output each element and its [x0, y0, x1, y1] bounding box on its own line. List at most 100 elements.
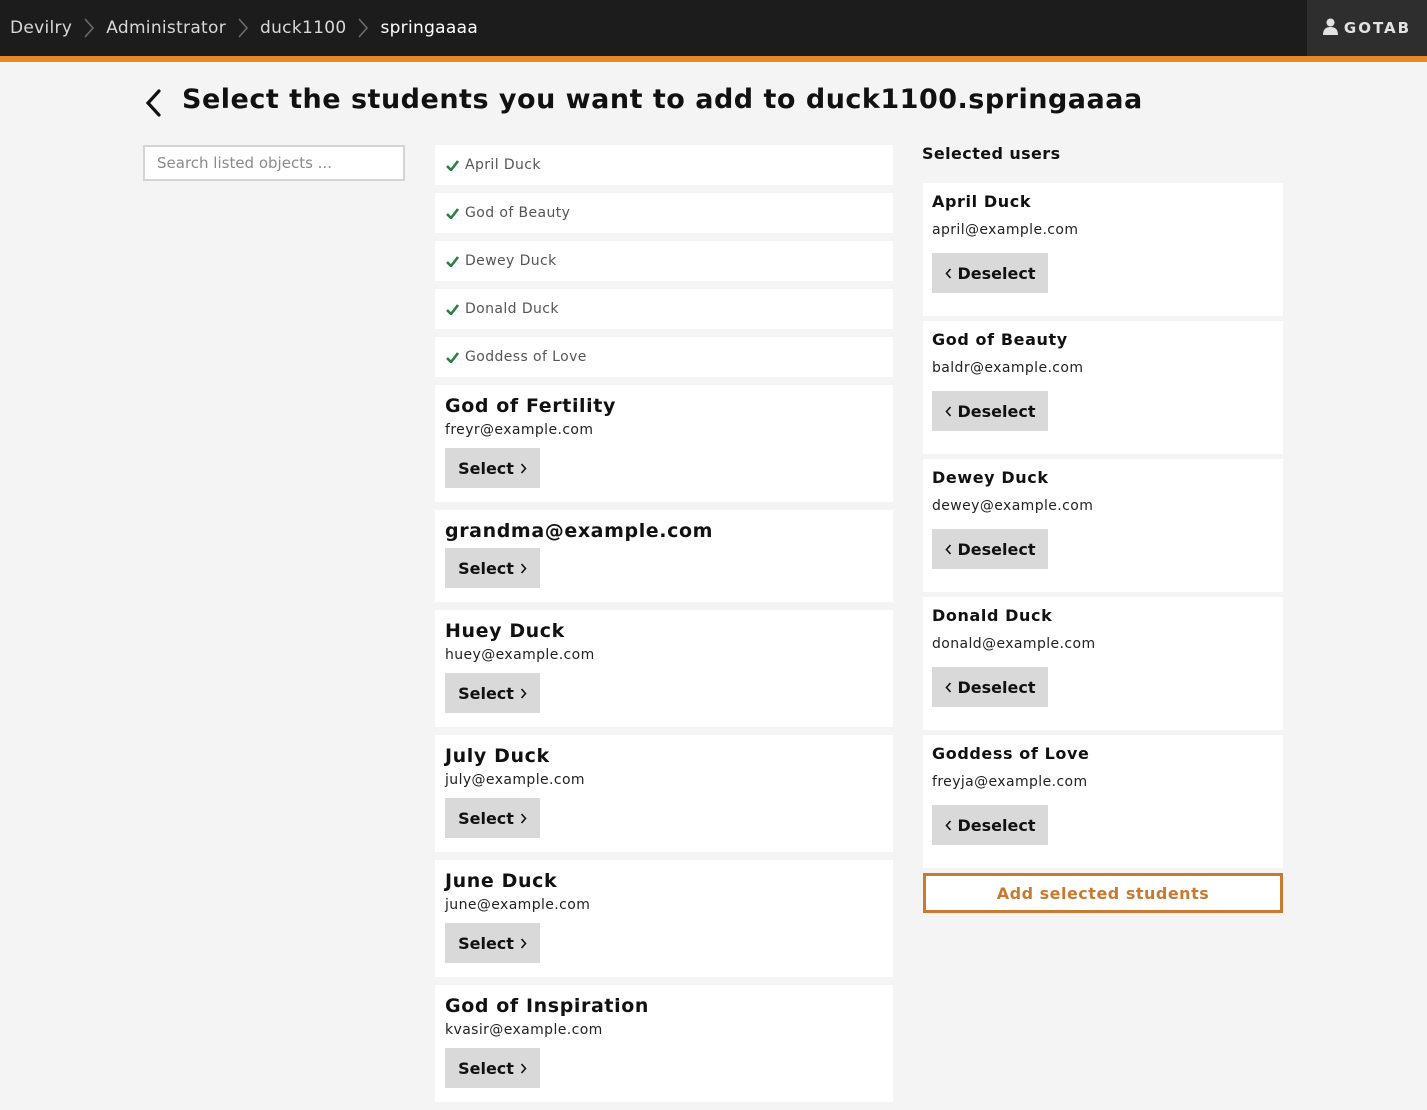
chevron-left-icon — [944, 267, 951, 279]
chevron-left-icon — [944, 819, 951, 831]
chevron-right-icon — [520, 812, 527, 824]
select-button-label: Select — [458, 683, 514, 703]
student-list: April Duck God of Beauty Dewey Duck Dona… — [435, 145, 893, 1110]
candidate-email: freyr@example.com — [445, 422, 594, 438]
selected-user-email: dewey@example.com — [932, 498, 1094, 514]
check-icon — [446, 351, 459, 363]
selected-user-email: baldr@example.com — [932, 360, 1084, 376]
breadcrumb: Devilry Administrator duck1100 springaaa… — [10, 0, 478, 56]
selected-user-name: Dewey Duck — [932, 468, 1049, 487]
check-icon — [446, 303, 459, 315]
select-button-label: Select — [458, 558, 514, 578]
select-button-label: Select — [458, 933, 514, 953]
list-item-candidate: God of Fertility freyr@example.com Selec… — [435, 385, 893, 502]
selected-users-list: April Duck april@example.com Deselect Go… — [923, 183, 1283, 873]
list-item-selected: Donald Duck — [435, 289, 893, 329]
select-button-label: Select — [458, 458, 514, 478]
chevron-left-icon — [944, 681, 951, 693]
selected-user-name: Donald Duck — [932, 606, 1053, 625]
select-button[interactable]: Select — [445, 548, 540, 588]
breadcrumb-devilry[interactable]: Devilry — [10, 18, 72, 38]
list-item-candidate: July Duck july@example.com Select — [435, 735, 893, 852]
list-item-name: April Duck — [465, 157, 541, 173]
deselect-button[interactable]: Deselect — [932, 805, 1048, 845]
select-button[interactable]: Select — [445, 673, 540, 713]
user-menu-label: GOTAB — [1343, 19, 1412, 37]
back-button[interactable] — [140, 86, 166, 120]
list-item-selected: Goddess of Love — [435, 337, 893, 377]
check-icon — [446, 207, 459, 219]
candidate-name: July Duck — [445, 745, 550, 767]
candidate-name: Huey Duck — [445, 620, 565, 642]
select-button-label: Select — [458, 1058, 514, 1078]
select-button[interactable]: Select — [445, 448, 540, 488]
select-button[interactable]: Select — [445, 923, 540, 963]
accent-stripe — [0, 56, 1427, 62]
chevron-right-icon — [346, 0, 380, 56]
list-item-candidate: God of Inspiration kvasir@example.com Se… — [435, 985, 893, 1102]
list-item-name: God of Beauty — [465, 205, 571, 221]
chevron-left-icon — [944, 543, 951, 555]
deselect-button-label: Deselect — [957, 677, 1036, 697]
add-selected-students-button[interactable]: Add selected students — [923, 873, 1283, 913]
search-input[interactable] — [143, 145, 405, 181]
breadcrumb-administrator[interactable]: Administrator — [106, 18, 226, 38]
chevron-left-icon — [145, 89, 161, 117]
list-item-name: Dewey Duck — [465, 253, 557, 269]
selected-user-email: freyja@example.com — [932, 774, 1088, 790]
user-icon — [1322, 18, 1338, 39]
list-item-candidate: Huey Duck huey@example.com Select — [435, 610, 893, 727]
chevron-right-icon — [226, 0, 260, 56]
selected-user-name: God of Beauty — [932, 330, 1068, 349]
list-item-selected: Dewey Duck — [435, 241, 893, 281]
chevron-right-icon — [520, 937, 527, 949]
selected-users-heading: Selected users — [922, 144, 1061, 163]
list-item-candidate: grandma@example.com Select — [435, 510, 893, 602]
candidate-email: kvasir@example.com — [445, 1022, 603, 1038]
candidate-name: grandma@example.com — [445, 520, 714, 542]
breadcrumb-course[interactable]: duck1100 — [260, 18, 346, 38]
user-menu-button[interactable]: GOTAB — [1307, 0, 1427, 56]
list-item-selected: April Duck — [435, 145, 893, 185]
select-button-label: Select — [458, 808, 514, 828]
deselect-button[interactable]: Deselect — [932, 667, 1048, 707]
check-icon — [446, 159, 459, 171]
deselect-button[interactable]: Deselect — [932, 253, 1048, 293]
chevron-left-icon — [944, 405, 951, 417]
selected-user-card: God of Beauty baldr@example.com Deselect — [923, 321, 1283, 454]
chevron-right-icon — [520, 1062, 527, 1074]
select-button[interactable]: Select — [445, 798, 540, 838]
deselect-button-label: Deselect — [957, 815, 1036, 835]
selected-user-card: Goddess of Love freyja@example.com Desel… — [923, 735, 1283, 868]
selected-user-card: Dewey Duck dewey@example.com Deselect — [923, 459, 1283, 592]
selected-user-name: Goddess of Love — [932, 744, 1090, 763]
chevron-right-icon — [520, 462, 527, 474]
selected-user-name: April Duck — [932, 192, 1032, 211]
breadcrumb-period: springaaaa — [380, 18, 479, 38]
deselect-button[interactable]: Deselect — [932, 529, 1048, 569]
top-navigation-bar: Devilry Administrator duck1100 springaaa… — [0, 0, 1427, 56]
page-title: Select the students you want to add to d… — [182, 84, 1143, 115]
candidate-email: huey@example.com — [445, 647, 595, 663]
select-button[interactable]: Select — [445, 1048, 540, 1088]
list-item-name: Goddess of Love — [465, 349, 587, 365]
selected-user-email: april@example.com — [932, 222, 1079, 238]
check-icon — [446, 255, 459, 267]
selected-user-card: Donald Duck donald@example.com Deselect — [923, 597, 1283, 730]
deselect-button-label: Deselect — [957, 401, 1036, 421]
candidate-name: June Duck — [445, 870, 558, 892]
deselect-button-label: Deselect — [957, 539, 1036, 559]
deselect-button-label: Deselect — [957, 263, 1036, 283]
selected-user-email: donald@example.com — [932, 636, 1096, 652]
candidate-name: God of Fertility — [445, 395, 616, 417]
chevron-right-icon — [72, 0, 106, 56]
chevron-right-icon — [520, 562, 527, 574]
chevron-right-icon — [520, 687, 527, 699]
candidate-email: july@example.com — [445, 772, 585, 788]
list-item-selected: God of Beauty — [435, 193, 893, 233]
list-item-name: Donald Duck — [465, 301, 559, 317]
list-item-candidate: June Duck june@example.com Select — [435, 860, 893, 977]
deselect-button[interactable]: Deselect — [932, 391, 1048, 431]
selected-user-card: April Duck april@example.com Deselect — [923, 183, 1283, 316]
candidate-name: God of Inspiration — [445, 995, 649, 1017]
